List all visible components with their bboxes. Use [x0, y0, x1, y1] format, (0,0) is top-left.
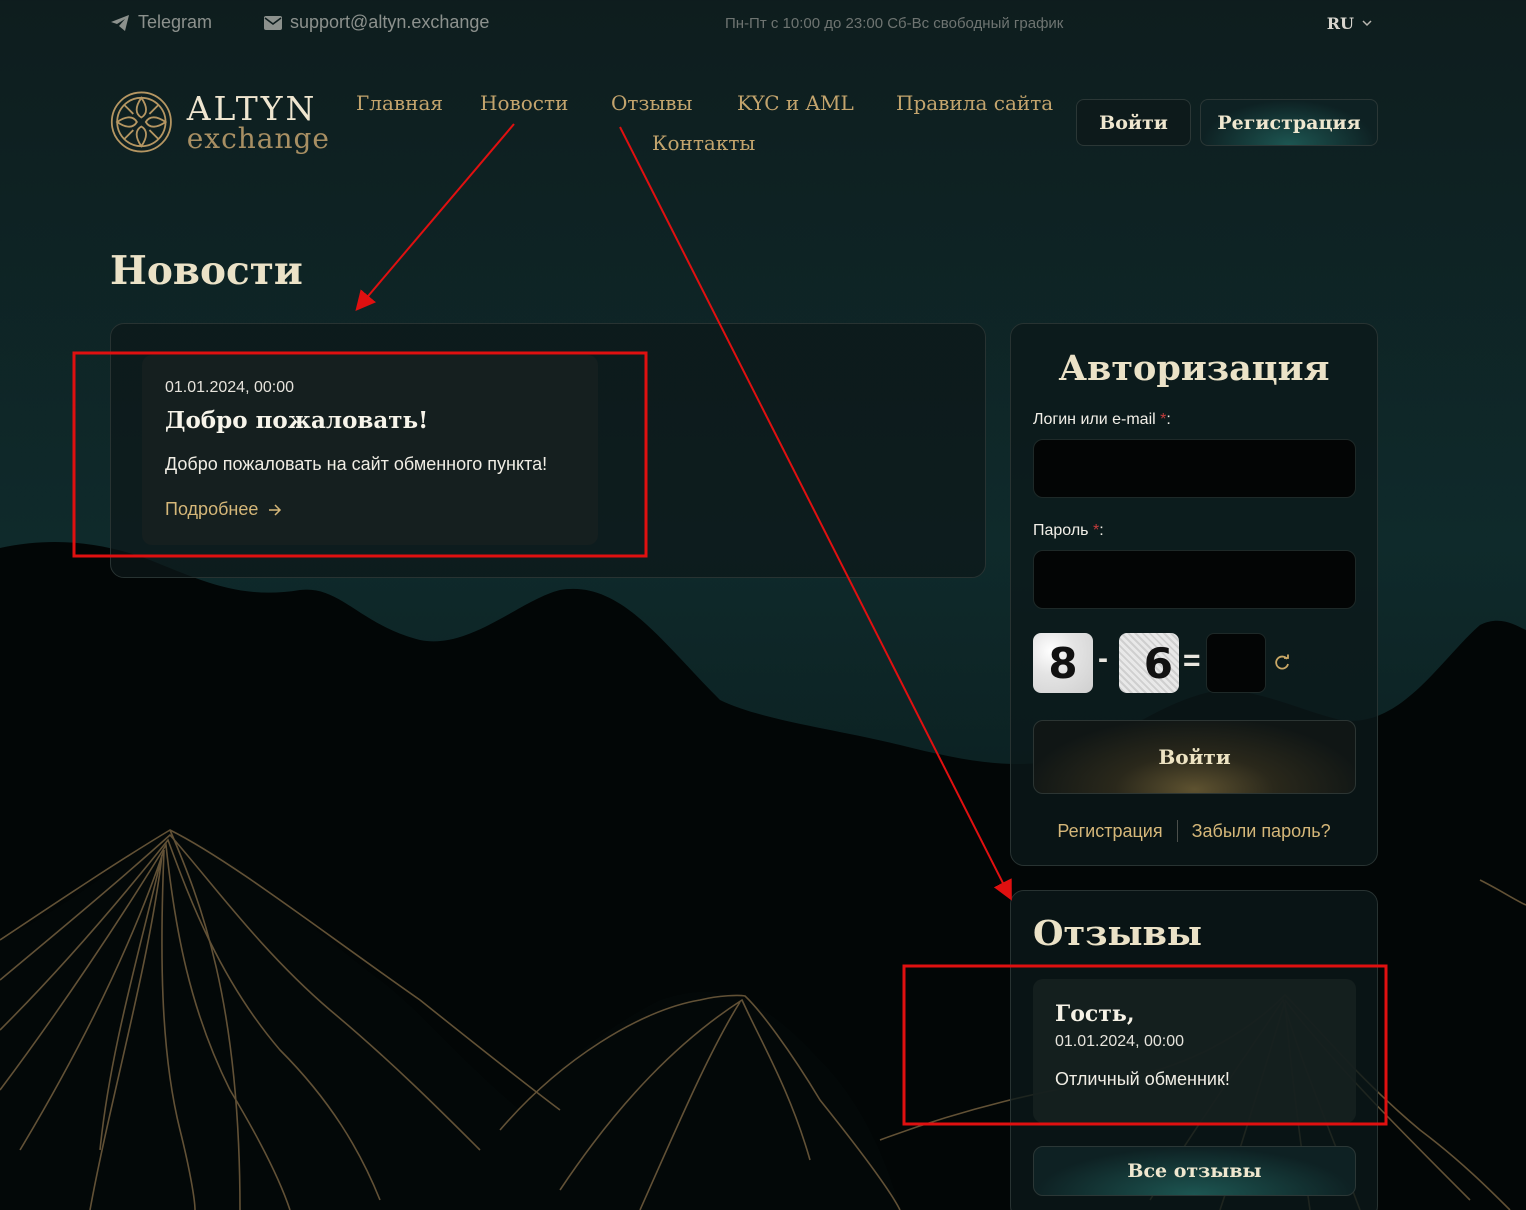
captcha-image-b: 6: [1119, 633, 1179, 693]
auth-title: Авторизация: [1058, 348, 1330, 389]
telegram-icon: [111, 14, 129, 31]
nav-item-reviews[interactable]: Отзывы: [611, 91, 692, 115]
news-more-link[interactable]: Подробнее: [165, 499, 575, 520]
email-label: support@altyn.exchange: [290, 12, 490, 32]
refresh-icon[interactable]: [1273, 654, 1291, 672]
news-title[interactable]: Добро пожаловать!: [165, 407, 575, 434]
reviews-panel: Отзывы Гость, 01.01.2024, 00:00 Отличный…: [1010, 890, 1378, 1210]
login-label: Логин или e-mail *:: [1033, 411, 1171, 429]
forgot-password-link[interactable]: Забыли пароль?: [1192, 821, 1331, 842]
captcha-input[interactable]: [1206, 633, 1266, 693]
review-text: Отличный обменник!: [1055, 1069, 1230, 1089]
login-input[interactable]: [1033, 439, 1356, 498]
arrow-right-icon: [269, 503, 282, 516]
chevron-down-icon: [1362, 20, 1372, 27]
nav-item-home[interactable]: Главная: [356, 91, 443, 115]
auth-submit-button[interactable]: Войти: [1033, 720, 1356, 794]
captcha-equals: =: [1183, 644, 1201, 677]
label-colon: :: [1099, 522, 1104, 539]
news-date: 01.01.2024, 00:00: [165, 379, 295, 396]
auth-panel: Авторизация Логин или e-mail *: Пароль *…: [1010, 323, 1378, 866]
logo-emblem-icon: [110, 91, 172, 153]
news-panel: 01.01.2024, 00:00 Добро пожаловать! Добр…: [110, 323, 986, 578]
nav-item-rules[interactable]: Правила сайта: [896, 91, 1053, 115]
news-text: Добро пожаловать на сайт обменного пункт…: [165, 454, 548, 474]
password-label-text: Пароль: [1033, 522, 1089, 539]
review-card: Гость, 01.01.2024, 00:00 Отличный обменн…: [1033, 979, 1356, 1123]
captcha-image-a: 8: [1033, 633, 1093, 693]
password-input[interactable]: [1033, 550, 1356, 609]
link-divider: [1176, 820, 1178, 842]
working-hours: Пн-Пт с 10:00 до 23:00 Сб-Вс свободный г…: [725, 15, 1064, 32]
news-more-label: Подробнее: [165, 499, 259, 519]
top-bar: Telegram support@altyn.exchange Пн-Пт с …: [110, 8, 1376, 38]
auth-links: Регистрация Забыли пароль?: [1011, 820, 1377, 842]
page-title: Новости: [110, 248, 303, 294]
telegram-link[interactable]: Telegram: [110, 12, 212, 33]
email-link[interactable]: support@altyn.exchange: [264, 12, 489, 33]
mail-icon: [264, 15, 282, 30]
reviews-title: Отзывы: [1033, 913, 1203, 954]
review-date: 01.01.2024, 00:00: [1055, 1033, 1185, 1050]
news-card: 01.01.2024, 00:00 Добро пожаловать! Добр…: [142, 355, 598, 545]
telegram-label: Telegram: [138, 12, 213, 32]
label-colon: :: [1166, 411, 1171, 428]
logo-subtitle: exchange: [186, 121, 330, 155]
language-selector[interactable]: RU: [1327, 14, 1372, 33]
header-login-button[interactable]: Войти: [1076, 99, 1191, 146]
all-reviews-button[interactable]: Все отзывы: [1033, 1146, 1356, 1196]
login-label-text: Логин или e-mail: [1033, 411, 1156, 428]
logo-title: ALTYN: [186, 88, 318, 128]
nav-item-news[interactable]: Новости: [480, 91, 568, 115]
captcha-operator: -: [1098, 642, 1108, 675]
nav-item-contacts[interactable]: Контакты: [652, 131, 755, 155]
site-logo[interactable]: ALTYN exchange: [110, 86, 330, 158]
main-nav: Главная Новости Отзывы KYC и AML Правила…: [0, 0, 1526, 155]
language-label: RU: [1326, 14, 1354, 33]
nav-item-kyc-aml[interactable]: KYC и AML: [737, 91, 854, 115]
password-label: Пароль *:: [1033, 522, 1104, 540]
header-register-button[interactable]: Регистрация: [1200, 99, 1378, 146]
register-link[interactable]: Регистрация: [1057, 821, 1162, 842]
review-author: Гость,: [1055, 1001, 1135, 1027]
